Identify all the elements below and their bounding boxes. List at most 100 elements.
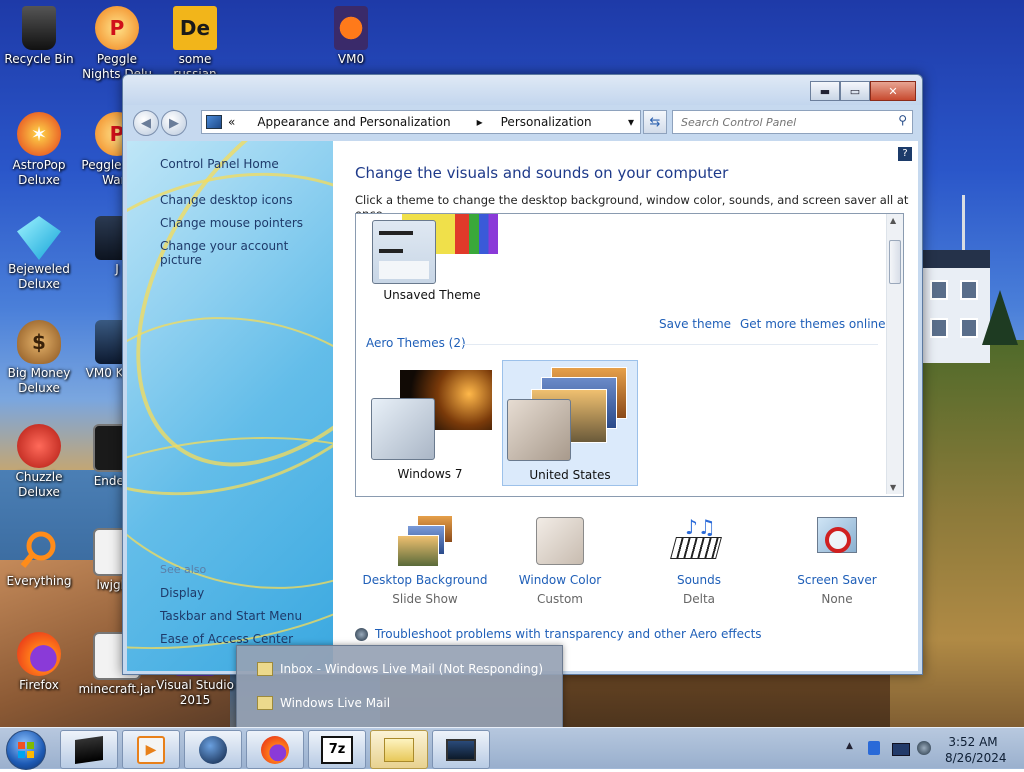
desktop-icon-firefox[interactable]: Firefox xyxy=(0,632,78,693)
desktop-icon-big-money[interactable]: $ Big Money Deluxe xyxy=(0,320,78,396)
monitor-icon xyxy=(446,738,476,761)
task-pane: Control Panel Home Change desktop icons … xyxy=(127,141,333,671)
desktop-icon-bejeweled[interactable]: Bejeweled Deluxe xyxy=(0,216,78,292)
close-button[interactable]: ✕ xyxy=(870,81,916,101)
windows7-label: Windows 7 xyxy=(397,467,463,481)
search-input[interactable] xyxy=(679,111,888,133)
clock[interactable]: 3:52 AM 8/26/2024 xyxy=(945,734,1007,766)
mail-icon xyxy=(257,662,273,676)
chuzzle-icon xyxy=(17,424,61,468)
clock-time: 3:52 AM xyxy=(948,735,998,749)
taskbar: ▶ 7z ▲ 3:52 AM 8/26/2024 xyxy=(0,727,1024,770)
theme-united-states[interactable]: United States xyxy=(502,360,638,486)
tray-device-icon[interactable] xyxy=(868,741,880,755)
screen-saver-setting[interactable]: Screen Saver None xyxy=(767,515,907,606)
get-more-themes-link[interactable]: Get more themes online xyxy=(740,317,886,331)
breadcrumb-separator-icon[interactable]: ▸ xyxy=(477,115,483,129)
tray-speaker-icon[interactable] xyxy=(917,741,931,755)
desktop-background-icon xyxy=(395,515,455,567)
taskbar-thumbnail-popup: Inbox - Windows Live Mail (Not Respondin… xyxy=(236,645,563,729)
change-account-picture-link[interactable]: Change your account picture xyxy=(160,239,333,267)
desktop-icon-vm0[interactable]: VM0 xyxy=(312,6,390,67)
taskbar-7zip[interactable]: 7z xyxy=(308,730,366,769)
address-chevron[interactable]: « xyxy=(228,115,235,129)
category-divider xyxy=(462,344,878,345)
minimize-button[interactable]: ▬ xyxy=(810,81,840,101)
refresh-button[interactable]: ⇆ xyxy=(643,110,667,134)
display-link[interactable]: Display xyxy=(160,586,204,600)
wallpaper-tree xyxy=(982,290,1018,345)
taskbar-windows-live-mail[interactable] xyxy=(370,730,428,769)
scroll-thumb[interactable] xyxy=(889,240,901,284)
scroll-down-icon[interactable]: ▼ xyxy=(890,483,896,492)
desktop-icon-some-russian[interactable]: De some russian xyxy=(156,6,234,82)
troubleshoot-row[interactable]: Troubleshoot problems with transparency … xyxy=(355,627,762,641)
desktop-icon-recycle-bin[interactable]: Recycle Bin xyxy=(0,6,78,67)
troubleshoot-icon xyxy=(355,627,368,641)
windows7-window-preview xyxy=(371,398,435,460)
window-color-setting[interactable]: Window Color Custom xyxy=(490,515,630,606)
address-dropdown-icon[interactable]: ▾ xyxy=(628,115,634,129)
taskbar-app-1[interactable] xyxy=(60,730,118,769)
screen-saver-icon xyxy=(807,515,867,567)
desktop-icon-peggle-nights[interactable]: P Peggle Nights Delu xyxy=(78,6,156,82)
search-icon[interactable]: ⚲ xyxy=(898,113,907,127)
desktop-background-setting[interactable]: Desktop Background Slide Show xyxy=(355,515,495,606)
maximize-button[interactable]: ▭ xyxy=(840,81,870,101)
united-states-label: United States xyxy=(529,468,611,482)
taskbar-start-menu-link[interactable]: Taskbar and Start Menu xyxy=(160,609,302,623)
money-bag-icon: $ xyxy=(17,320,61,364)
title-bar[interactable]: ▬ ▭ ✕ xyxy=(123,75,922,105)
sounds-icon: ♪♫ xyxy=(669,515,729,567)
desktop-icon-chuzzle[interactable]: Chuzzle Deluxe xyxy=(0,424,78,500)
change-mouse-pointers-link[interactable]: Change mouse pointers xyxy=(160,216,303,230)
taskbar-control-panel[interactable] xyxy=(432,730,490,769)
change-desktop-icons-link[interactable]: Change desktop icons xyxy=(160,193,293,207)
clock-date: 8/26/2024 xyxy=(945,751,1007,765)
tray-network-icon[interactable] xyxy=(892,743,910,756)
firefox-file-icon xyxy=(334,6,368,50)
theme-unsaved[interactable]: Unsaved Theme xyxy=(362,214,498,304)
firefox-icon xyxy=(261,735,289,764)
ease-of-access-link[interactable]: Ease of Access Center xyxy=(160,632,293,646)
search-box[interactable]: ⚲ xyxy=(672,110,913,134)
popup-item-windows-live-mail[interactable]: Windows Live Mail xyxy=(257,696,390,710)
sounds-setting[interactable]: ♪♫ Sounds Delta xyxy=(629,515,769,606)
troubleshoot-link[interactable]: Troubleshoot problems with transparency … xyxy=(375,627,762,641)
unsaved-theme-label: Unsaved Theme xyxy=(383,288,481,302)
theme-list-scrollbar[interactable]: ▲ ▼ xyxy=(886,214,903,494)
main-pane: ? Change the visuals and sounds on your … xyxy=(333,141,918,671)
firefox-icon xyxy=(17,632,61,676)
address-bar[interactable]: « Appearance and Personalization ▸ Perso… xyxy=(201,110,641,134)
control-panel-home-link[interactable]: Control Panel Home xyxy=(160,157,279,171)
de-app-icon: De xyxy=(173,6,217,50)
desktop-icon-everything[interactable]: Everything xyxy=(0,528,78,589)
desktop-icon-astropop[interactable]: ✶ AstroPop Deluxe xyxy=(0,112,78,188)
magnifier-icon xyxy=(17,528,61,572)
back-button[interactable]: ◀ xyxy=(133,110,159,136)
forward-button[interactable]: ▶ xyxy=(161,110,187,136)
popup-item-inbox[interactable]: Inbox - Windows Live Mail (Not Respondin… xyxy=(257,662,543,676)
save-theme-link[interactable]: Save theme xyxy=(659,317,731,331)
aero-themes-heading: Aero Themes (2) xyxy=(366,336,466,350)
unsaved-theme-window-preview xyxy=(372,220,436,284)
window-content: Control Panel Home Change desktop icons … xyxy=(127,141,918,671)
7zip-icon: 7z xyxy=(321,735,353,764)
theme-windows-7[interactable]: Windows 7 xyxy=(366,362,494,481)
taskbar-media-player[interactable]: ▶ xyxy=(122,730,180,769)
tray-overflow-button[interactable]: ▲ xyxy=(846,741,853,751)
help-button[interactable]: ? xyxy=(898,147,912,161)
taskbar-firefox[interactable] xyxy=(246,730,304,769)
page-title: Change the visuals and sounds on your co… xyxy=(355,164,729,182)
globe-icon xyxy=(199,735,227,764)
mail-icon xyxy=(257,696,273,710)
personalization-window: ▬ ▭ ✕ ◀ ▶ « Appearance and Personalizati… xyxy=(122,74,923,675)
media-player-icon: ▶ xyxy=(137,735,165,764)
breadcrumb-personalization[interactable]: Personalization xyxy=(501,115,592,129)
breadcrumb-appearance[interactable]: Appearance and Personalization xyxy=(257,115,450,129)
wallpaper-house xyxy=(920,250,990,363)
theme-list: Unsaved Theme Save theme Get more themes… xyxy=(355,213,904,497)
start-button[interactable] xyxy=(6,730,46,770)
taskbar-globe-app[interactable] xyxy=(184,730,242,769)
scroll-up-icon[interactable]: ▲ xyxy=(890,216,896,225)
